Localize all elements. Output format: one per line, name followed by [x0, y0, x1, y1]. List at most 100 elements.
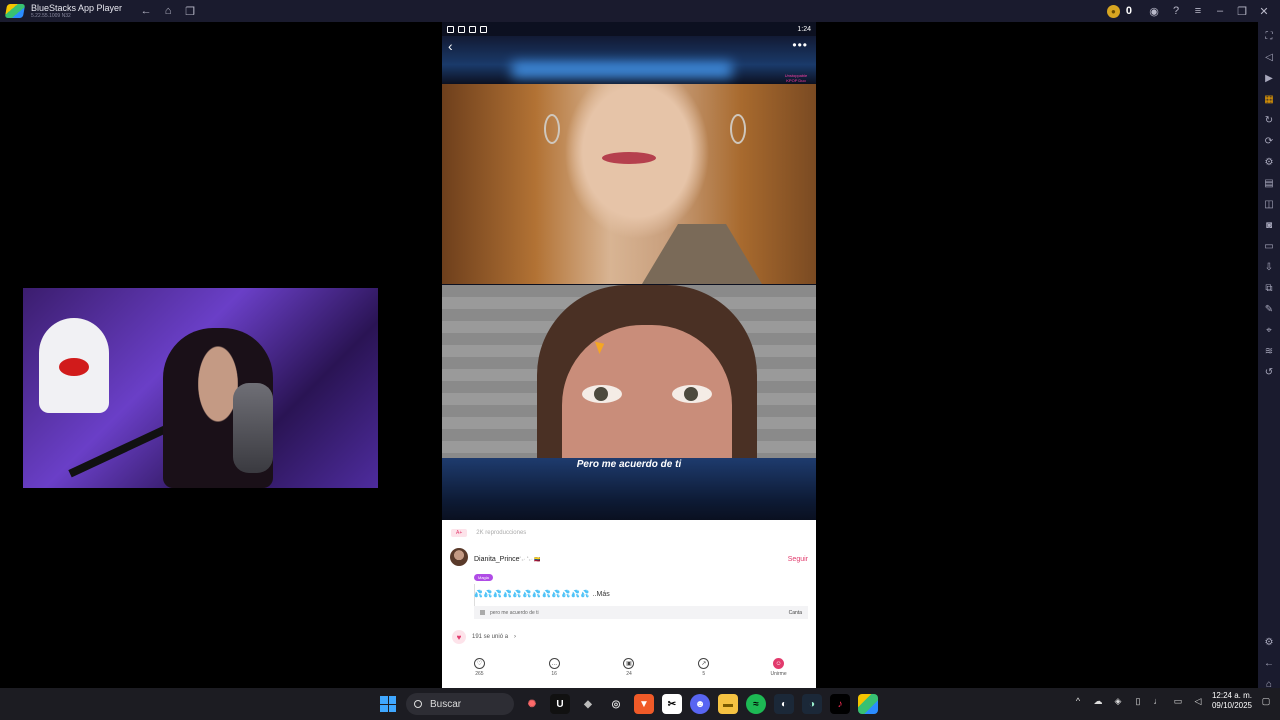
windows-start-icon[interactable] — [378, 694, 398, 714]
sing-button[interactable]: Canta — [789, 610, 802, 616]
video-tile-bottom[interactable] — [442, 285, 816, 475]
description[interactable]: 💦💦💦💦💦💦💦💦💦💦💦💦 ..Más — [474, 590, 610, 599]
like-button[interactable]: ♡ 265 — [454, 658, 504, 686]
rotate-screen-icon[interactable]: ↺ — [1262, 365, 1276, 379]
video-header: ‹ ••• Unstoppable KPOP Duo — [442, 36, 816, 101]
more-options-icon[interactable]: ••• — [792, 38, 808, 52]
close-icon[interactable]: ✕ — [1256, 3, 1272, 19]
join-button[interactable]: ☺ Unirme — [754, 658, 804, 686]
like-count: 265 — [475, 671, 484, 677]
chevron-up-icon[interactable]: ^ — [1072, 695, 1084, 707]
search-label: Buscar — [430, 698, 462, 710]
help-icon[interactable]: ? — [1168, 3, 1184, 19]
install-apk-icon[interactable]: ⇩ — [1262, 260, 1276, 274]
obs-app-icon[interactable]: ◎ — [606, 694, 626, 714]
magic-badge: Magia — [474, 574, 493, 581]
multi-instance-icon[interactable]: ❐ — [182, 3, 198, 19]
steam-alt-icon[interactable]: ◑ — [802, 694, 822, 714]
share-count: 5 — [702, 671, 706, 677]
android-back-icon[interactable]: ← — [1262, 656, 1276, 670]
back-icon[interactable]: ‹ — [448, 38, 453, 54]
back-arrow-icon[interactable]: ← — [138, 3, 154, 19]
fullscreen-icon[interactable]: ⛶ — [1262, 29, 1276, 43]
chevron-right-icon: › — [514, 634, 517, 640]
eco-mode-icon[interactable]: ✎ — [1262, 302, 1276, 316]
more-link[interactable]: ..Más — [593, 591, 610, 598]
ghost-decoration — [39, 318, 109, 413]
joined-row[interactable]: ♥ 191 se unió a › — [452, 630, 516, 644]
join-label: Unirme — [770, 671, 787, 677]
username[interactable]: Dianita_Prince — [474, 556, 520, 563]
capcut-app-icon[interactable]: ✂ — [662, 694, 682, 714]
system-clock[interactable]: 12:24 a. m. 09/10/2025 — [1212, 691, 1252, 712]
bluestacks-side-toolbar: ⛶ ◁ ▶ ▦ ↻ ⟳ ⚙ ▤ ◫ ◙ ▭ ⇩ ⧉ ✎ ⌖ ≋ ↺ ⚙ ← ⌂ … — [1258, 22, 1280, 720]
rotate-icon[interactable]: ↻ — [1262, 113, 1276, 127]
shield-icon[interactable]: ◈ — [1112, 695, 1124, 707]
comment-button[interactable]: … 16 — [529, 658, 579, 686]
speaker-icon[interactable]: ◁ — [1192, 695, 1204, 707]
comment-count: 16 — [551, 671, 557, 677]
display-icon[interactable]: ▭ — [1172, 695, 1184, 707]
settings-icon[interactable]: ⚙ — [1262, 635, 1276, 649]
eye — [582, 385, 622, 403]
cube-app-icon[interactable]: ◆ — [578, 694, 598, 714]
hearts-icon: ♥ — [452, 630, 466, 644]
notification-icon — [447, 25, 454, 33]
octopus-app-icon[interactable]: ✺ — [522, 694, 542, 714]
username-flags: ˚₊‧ ˚₊‧ 🇨🇴 — [519, 557, 541, 563]
gift-button[interactable]: ▣ 24 — [604, 658, 654, 686]
discord-icon[interactable]: ☻ — [690, 694, 710, 714]
notifications-icon[interactable]: ▢ — [1260, 695, 1272, 707]
notification-icon — [480, 25, 487, 33]
video-tile-top[interactable] — [442, 84, 816, 284]
brave-browser-icon[interactable]: ▼ — [634, 694, 654, 714]
share-icon: ↗ — [698, 658, 710, 669]
keyboard-controls-icon[interactable]: ▦ — [1262, 92, 1276, 106]
copy-icon[interactable]: ⧉ — [1262, 281, 1276, 295]
comment-icon: … — [548, 658, 560, 669]
share-button[interactable]: ↗ 5 — [679, 658, 729, 686]
performance-icon[interactable]: ▤ — [1262, 176, 1276, 190]
location-icon[interactable]: ⌖ — [1262, 323, 1276, 337]
bluestacks-taskbar-icon[interactable] — [858, 694, 878, 714]
tiktok-icon[interactable]: ♪ — [830, 694, 850, 714]
cloud-icon[interactable]: ☁ — [1092, 695, 1104, 707]
windows-taskbar: Buscar ✺ U ◆ ◎ ▼ ✂ ☻ ▬ ≈ ◐ ◑ ♪ ^ ☁ ◈ ▯ ♩… — [0, 688, 1280, 720]
steam-icon[interactable]: ◐ — [774, 694, 794, 714]
follow-button[interactable]: Seguir — [788, 556, 808, 563]
joined-text: 191 se unió a — [472, 634, 509, 640]
media-folder-icon[interactable]: ▭ — [1262, 239, 1276, 253]
layers-icon[interactable]: ≋ — [1262, 344, 1276, 358]
screenshot-icon[interactable]: ◫ — [1262, 197, 1276, 211]
media-icon[interactable]: ▶ — [1262, 71, 1276, 85]
file-explorer-icon[interactable]: ▬ — [718, 694, 738, 714]
macro-icon[interactable]: ⚙ — [1262, 155, 1276, 169]
kpop-badge-text: Unstoppable KPOP Duo — [784, 73, 808, 83]
avatar[interactable] — [450, 548, 468, 566]
song-row[interactable]: pero me acuerdo de ti Canta — [474, 606, 808, 619]
bluestacks-titlebar: BlueStacks App Player 5.22.55.1009 N32 ←… — [0, 0, 1280, 22]
account-icon[interactable]: ◉ — [1146, 3, 1162, 19]
gift-count: 24 — [626, 671, 632, 677]
song-info-panel: A+ 2K reproducciones Dianita_Prince˚₊‧ ˚… — [442, 520, 816, 688]
unreal-app-icon[interactable]: U — [550, 694, 570, 714]
microphone-icon[interactable]: ♩ — [1152, 695, 1164, 707]
restore-icon[interactable]: ❐ — [1234, 3, 1250, 19]
spotify-icon[interactable]: ≈ — [746, 694, 766, 714]
battery-icon[interactable]: ▯ — [1132, 695, 1144, 707]
app-name: BlueStacks App Player — [31, 2, 123, 13]
heart-icon: ♡ — [473, 658, 485, 669]
record-icon[interactable]: ◙ — [1262, 218, 1276, 232]
home-icon[interactable]: ⌂ — [160, 3, 176, 19]
earring — [730, 114, 746, 144]
android-screen: 1:24 ‹ ••• Unstoppable KPOP Duo Pero me … — [442, 22, 816, 688]
sync-icon[interactable]: ⟳ — [1262, 134, 1276, 148]
notification-icon — [458, 25, 465, 33]
eye — [672, 385, 712, 403]
coin-icon[interactable]: ● — [1106, 4, 1120, 18]
gift-icon: ▣ — [623, 658, 635, 669]
menu-icon[interactable]: ≡ — [1190, 3, 1206, 19]
minimize-icon[interactable]: – — [1212, 3, 1228, 19]
volume-icon[interactable]: ◁ — [1262, 50, 1276, 64]
taskbar-search[interactable]: Buscar — [406, 693, 514, 715]
